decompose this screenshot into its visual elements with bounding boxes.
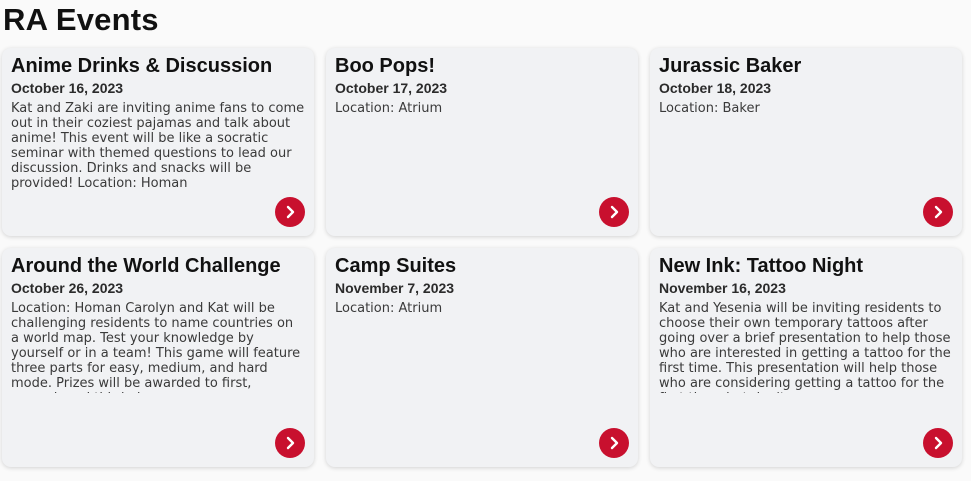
- page-title: RA Events: [3, 2, 159, 37]
- event-title: Camp Suites: [335, 255, 457, 277]
- event-title: Boo Pops!: [335, 55, 435, 77]
- event-title: Jurassic Baker: [659, 55, 802, 77]
- chevron-right-icon: [286, 205, 295, 219]
- view-event-button[interactable]: [923, 197, 953, 227]
- event-description: Location: Homan Carolyn and Kat will be …: [11, 301, 301, 393]
- event-title: Around the World Challenge: [11, 255, 281, 277]
- event-date: October 18, 2023: [659, 80, 772, 96]
- event-date: November 7, 2023: [335, 280, 455, 296]
- event-description: Location: Atrium: [335, 301, 443, 316]
- event-description: Location: Baker: [659, 101, 760, 116]
- chevron-right-icon: [934, 205, 943, 219]
- chevron-right-icon: [610, 205, 619, 219]
- event-date: October 17, 2023: [335, 80, 448, 96]
- chevron-right-icon: [934, 436, 943, 450]
- event-title: New Ink: Tattoo Night: [659, 255, 864, 277]
- view-event-button[interactable]: [275, 428, 305, 458]
- event-card[interactable]: Camp Suites November 7, 2023 Location: A…: [326, 248, 638, 467]
- view-event-button[interactable]: [599, 428, 629, 458]
- event-card[interactable]: Jurassic Baker October 18, 2023 Location…: [650, 48, 962, 236]
- event-grid: Anime Drinks & Discussion October 16, 20…: [2, 48, 962, 467]
- page: RA Events Anime Drinks & Discussion Octo…: [0, 0, 971, 481]
- view-event-button[interactable]: [923, 428, 953, 458]
- view-event-button[interactable]: [599, 197, 629, 227]
- event-description: Location: Atrium: [335, 101, 443, 116]
- chevron-right-icon: [610, 436, 619, 450]
- view-event-button[interactable]: [275, 197, 305, 227]
- event-card[interactable]: Around the World Challenge October 26, 2…: [2, 248, 314, 467]
- event-date: October 16, 2023: [11, 80, 124, 96]
- event-card[interactable]: Anime Drinks & Discussion October 16, 20…: [2, 48, 314, 236]
- event-card[interactable]: New Ink: Tattoo Night November 16, 2023 …: [650, 248, 962, 467]
- event-date: November 16, 2023: [659, 280, 786, 296]
- event-description: Kat and Zaki are inviting anime fans to …: [11, 101, 305, 191]
- event-description: Kat and Yesenia will be inviting residen…: [659, 301, 951, 393]
- event-date: October 26, 2023: [11, 280, 124, 296]
- event-card[interactable]: Boo Pops! October 17, 2023 Location: Atr…: [326, 48, 638, 236]
- chevron-right-icon: [286, 436, 295, 450]
- event-title: Anime Drinks & Discussion: [11, 55, 273, 77]
